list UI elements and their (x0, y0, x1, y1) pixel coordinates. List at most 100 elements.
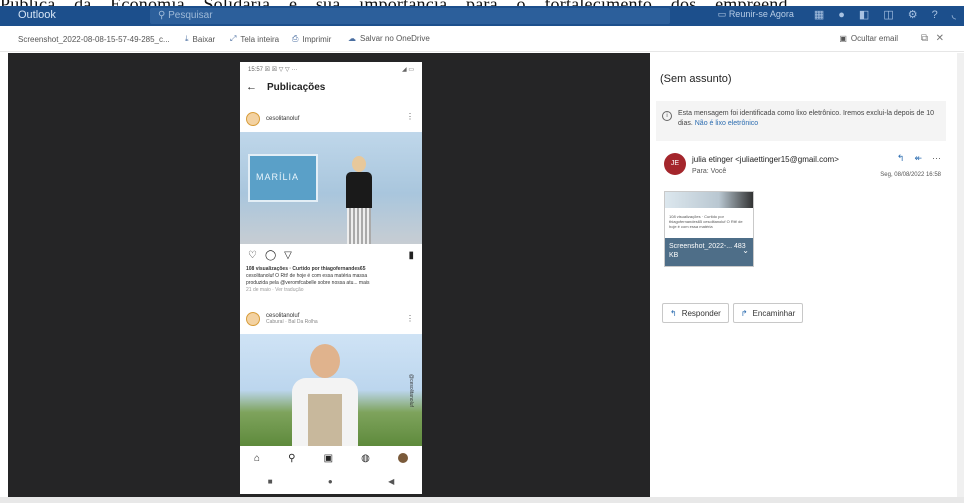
expand-icon: ⤢ (230, 34, 237, 43)
sender-avatar[interactable]: JE (664, 153, 686, 175)
email-date: Seg, 08/08/2022 16:58 (880, 172, 941, 178)
forward-button[interactable]: ↱ Encaminhar (732, 303, 804, 323)
reply-icon[interactable]: ↰ (897, 153, 905, 164)
home-button-icon: ● (327, 476, 333, 486)
attachment-toolbar: Screenshot_2022-08-08-15-57-49-285_c... … (0, 26, 964, 52)
phone-title: Publicações (267, 81, 326, 93)
post1-account: cesolitanoluf (246, 112, 299, 126)
print-button[interactable]: ⎙ Imprimir (292, 34, 331, 44)
screen: Pública da Economia Solidária e sua impo… (0, 0, 964, 503)
account-name: cesolitanoluf (266, 116, 300, 122)
search-icon: ⚲ (158, 10, 169, 21)
account-avatar (246, 112, 260, 126)
status-strip (0, 497, 964, 503)
attachment-thumbnail (665, 192, 753, 208)
caption-line: produzida pela @veromfcabelle sobre noss… (246, 280, 370, 286)
notify-icon[interactable]: ◟ (952, 8, 956, 21)
chevron-down-icon[interactable]: ⌄ (742, 246, 749, 255)
app-title[interactable]: Outlook (18, 9, 56, 21)
fullscreen-label: Tela inteira (240, 34, 280, 44)
tv-screen-text: MARÍLIA (256, 172, 300, 182)
recipient-line: Para: Você (692, 168, 727, 175)
phone-header: ← Publicações (246, 81, 325, 93)
reply-label: Responder (681, 308, 721, 318)
header-actions: ▭ Reunir-se Agora ▦ ● ◧ ◫ ⚙ ? ◟ (718, 8, 956, 22)
copilot-icon[interactable]: ◫ (883, 8, 893, 21)
meet-now-button[interactable]: ▭ Reunir-se Agora (718, 9, 794, 20)
fullscreen-button[interactable]: ⤢ Tela inteira (230, 34, 279, 44)
phone-status-bar: 15:57 ☒ ☒ ▽ ▽ ··· ◢ ▭ (248, 66, 414, 73)
account-avatar (246, 312, 260, 326)
reading-pane: (Sem assunto) i Esta mensagem foi identi… (650, 53, 957, 497)
man-overalls (308, 394, 342, 446)
forward-label: Encaminhar (752, 308, 796, 318)
caption-meta: 21 de maio · Ver tradução (246, 287, 304, 293)
shop-icon: ◍ (361, 452, 370, 464)
caption-line: cesolitanoluf O Rtt! de hoje é com essa … (246, 273, 368, 279)
profile-icon (397, 453, 408, 463)
save-onedrive-button[interactable]: ☁ Salvar no OneDrive (348, 34, 430, 43)
status-left: 15:57 ☒ ☒ ▽ ▽ ··· (248, 67, 298, 73)
junk-notice: i Esta mensagem foi identificada como li… (656, 101, 946, 141)
status-right: ◢ ▭ (402, 67, 414, 73)
attachment-preview-text: 108 visualizações · Curtido por thiagofe… (669, 214, 743, 229)
reply-buttons: ↰ Responder ↱ Encaminhar (662, 303, 804, 323)
phone-nav-bar: ⌂ ⚲ ▣ ◍ (240, 446, 422, 470)
attachment-name: Screenshot_2022-... 483 KB (665, 238, 753, 266)
not-junk-link[interactable]: Não é lixo eletrônico (695, 120, 758, 127)
search-input[interactable]: ⚲ Pesquisar (150, 8, 670, 24)
home-icon: ⌂ (254, 452, 261, 464)
meet-now-label: Reunir-se Agora (728, 9, 794, 19)
back-icon: ◀ (388, 476, 395, 486)
outlook-header: Outlook ⚲ Pesquisar ▭ Reunir-se Agora ▦ … (0, 6, 964, 26)
meet-icon: ▭ (717, 9, 729, 19)
close-icon[interactable]: ✕ (936, 33, 944, 44)
print-label: Imprimir (302, 34, 332, 44)
teams-icon[interactable]: ◧ (859, 8, 869, 21)
reply-all-icon[interactable]: ↞ (914, 153, 922, 164)
account-location: Caburaí · Bal Da Rolha (266, 319, 318, 325)
post-actions: ♡ ◯ ▽ ▮ (248, 250, 414, 261)
reply-arrow-icon: ↰ (670, 308, 677, 318)
cloud-icon: ☁ (348, 34, 356, 43)
forward-arrow-icon: ↱ (740, 308, 748, 318)
comment-icon: ◯ (264, 250, 277, 261)
image-viewer: 15:57 ☒ ☒ ▽ ▽ ··· ◢ ▭ ← Publicações ceso… (8, 53, 650, 497)
download-label: Baixar (192, 34, 216, 44)
more-options-icon: ⋮ (406, 314, 414, 323)
bookmark-icon: ▮ (408, 250, 414, 261)
post1-image: MARÍLIA (240, 132, 422, 244)
post2-account: cesolitanoluf Caburaí · Bal Da Rolha (246, 312, 318, 326)
search-placeholder: Pesquisar (168, 10, 213, 21)
post-watermark: @cesolitanoluf (408, 374, 414, 407)
presenter-figure (342, 156, 376, 244)
caption-line: 108 visualizações · Curtido por thiagofe… (246, 266, 366, 272)
help-icon[interactable]: ? (932, 9, 938, 21)
info-icon: i (662, 111, 672, 121)
more-actions-icon[interactable]: ··· (932, 153, 941, 164)
man-head (310, 344, 340, 378)
more-options-icon: ⋮ (406, 112, 414, 121)
apps-icon[interactable]: ▦ (814, 8, 824, 21)
sender-address[interactable]: julia etinger <juliaettinger15@gmail.com… (692, 155, 839, 164)
hide-email-button[interactable]: ▣ Ocultar email (839, 34, 898, 43)
skype-icon[interactable]: ● (838, 9, 845, 21)
panel-icon: ▣ (839, 34, 847, 43)
junk-notice-text: Esta mensagem foi identificada como lixo… (678, 109, 940, 129)
settings-icon[interactable]: ⚙ (908, 8, 918, 21)
heart-icon: ♡ (248, 250, 257, 261)
save-onedrive-label: Salvar no OneDrive (360, 34, 430, 43)
reels-icon: ▣ (323, 452, 334, 464)
download-button[interactable]: ⤓ Baixar (185, 34, 215, 44)
attachment-card[interactable]: 108 visualizações · Curtido por thiagofe… (664, 191, 754, 267)
back-arrow-icon: ← (246, 81, 257, 93)
phone-screenshot: 15:57 ☒ ☒ ▽ ▽ ··· ◢ ▭ ← Publicações ceso… (240, 62, 422, 494)
reply-button[interactable]: ↰ Responder (662, 303, 729, 323)
search-icon: ⚲ (288, 452, 296, 464)
printer-icon: ⎙ (292, 34, 299, 43)
scrollbar[interactable] (957, 53, 964, 497)
system-nav-bar: ■ ● ◀ (240, 472, 422, 490)
post-caption: 108 visualizações · Curtido por thiagofe… (246, 266, 418, 294)
popout-icon[interactable]: ⧉ (921, 33, 928, 44)
hide-email-label: Ocultar email (850, 34, 898, 43)
